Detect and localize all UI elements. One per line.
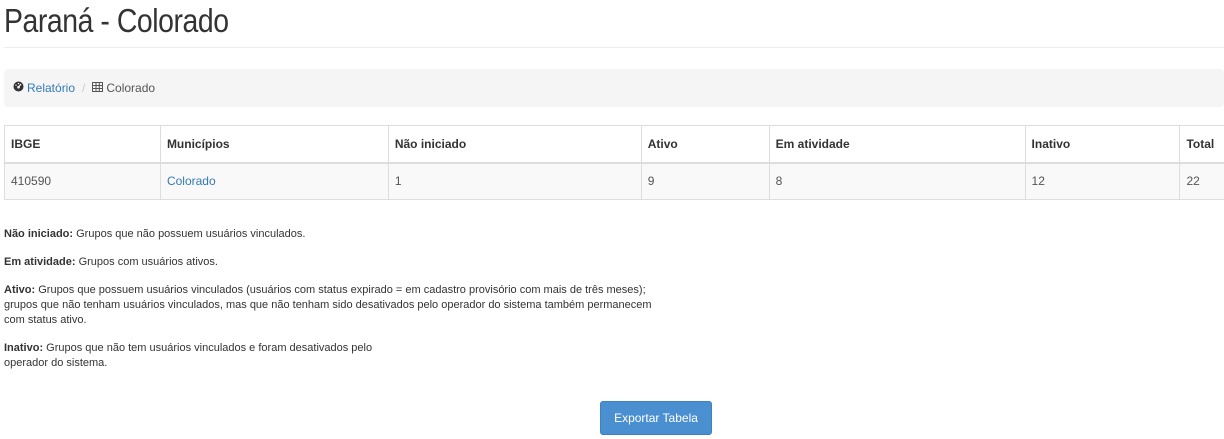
export-table-button[interactable]: Exportar Tabela [600,401,712,435]
title-divider [4,47,1224,48]
header-total: Total [1179,125,1224,164]
cell-inativo: 12 [1024,162,1180,200]
note-ativo: Ativo: Grupos que possuem usuários vincu… [4,283,664,328]
cell-ibge: 410590 [4,162,161,200]
note-inativo: Inativo: Grupos que não tem usuários vin… [4,341,404,371]
table-icon [92,81,104,95]
table-header-row: IBGE Municípios Não iniciado Ativo Em at… [4,125,1224,164]
note-term: Em atividade: [4,256,76,268]
header-nao-iniciado: Não iniciado [387,125,642,164]
note-em-atividade: Em atividade: Grupos com usuários ativos… [4,255,664,270]
cell-total: 22 [1179,162,1224,200]
header-inativo: Inativo [1024,125,1180,164]
note-term: Não iniciado: [4,228,74,240]
breadcrumb-link-relatorio[interactable]: Relatório [27,81,75,95]
header-em-atividade: Em atividade [768,125,1026,164]
note-text: Grupos com usuários ativos. [75,256,218,268]
cell-municipio: Colorado [159,162,389,200]
note-text: Grupos que não tem usuários vinculados e… [4,342,373,369]
note-nao-iniciado: Não iniciado: Grupos que não possuem usu… [4,227,664,242]
header-ativo: Ativo [640,125,770,164]
cell-ativo: 9 [640,162,770,200]
municipio-link[interactable]: Colorado [167,174,216,188]
legend-notes: Não iniciado: Grupos que não possuem usu… [4,227,664,384]
breadcrumb-item-relatorio[interactable]: Relatório [13,81,75,95]
cell-nao-iniciado: 1 [387,162,642,200]
breadcrumb-item-colorado: Colorado [92,81,155,95]
header-municipios: Municípios [159,125,389,164]
dashboard-icon [13,81,24,95]
breadcrumb: Relatório / Colorado [4,69,1224,107]
note-text: Grupos que possuem usuários vinculados (… [4,284,652,326]
breadcrumb-separator: / [82,81,86,95]
table-row: 410590 Colorado 1 9 8 12 22 [4,162,1224,200]
note-term: Ativo: [4,284,36,296]
note-text: Grupos que não possuem usuários vinculad… [73,228,306,240]
municipality-table: IBGE Municípios Não iniciado Ativo Em at… [4,125,1224,200]
breadcrumb-label-colorado: Colorado [106,81,156,95]
page-title: Paraná - Colorado [4,2,229,39]
header-ibge: IBGE [4,125,161,164]
note-term: Inativo: [4,342,44,354]
cell-em-atividade: 8 [768,162,1026,200]
